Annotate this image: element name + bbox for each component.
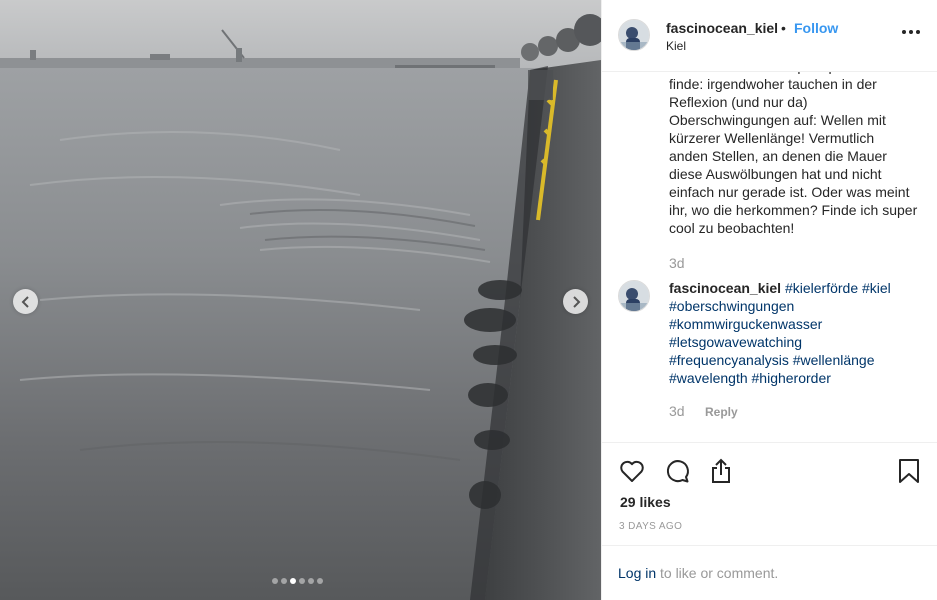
carousel-dot [317, 578, 323, 584]
comment-icon[interactable] [663, 457, 691, 485]
caption-age[interactable]: 3d [669, 255, 685, 271]
avatar-image [619, 281, 649, 311]
follow-button[interactable]: Follow [794, 20, 838, 36]
post-side-panel: fascinocean_kiel • Follow Kiel wird. Und… [601, 0, 937, 600]
hashtag-link[interactable]: #kommwirguckenwasser [669, 316, 822, 332]
bookmark-icon[interactable] [895, 457, 923, 485]
reply-button[interactable]: Reply [705, 405, 738, 419]
next-slide-button[interactable] [563, 289, 588, 314]
instagram-post: fascinocean_kiel • Follow Kiel wird. Und… [0, 0, 937, 600]
caption-line: cool zu beobachten! [669, 220, 795, 236]
hashtag-link[interactable]: #wavelength [669, 370, 748, 386]
action-bar [602, 442, 937, 502]
header-separator: • [781, 20, 786, 36]
hashtag-link[interactable]: #kiel [862, 280, 891, 296]
hashtag-link[interactable]: #higherorder [752, 370, 831, 386]
previous-slide-button[interactable] [13, 289, 38, 314]
carousel-dot [308, 578, 314, 584]
chevron-right-icon [572, 295, 580, 308]
post-timestamp[interactable]: 3 DAYS AGO [619, 521, 682, 532]
login-prompt-text: to like or comment. [660, 565, 779, 581]
post-media[interactable] [0, 0, 601, 600]
carousel-dot-active [290, 578, 296, 584]
location-link[interactable]: Kiel [666, 39, 686, 53]
avatar[interactable] [618, 19, 650, 51]
comment-age[interactable]: 3d [669, 403, 685, 419]
hashtag-link[interactable]: #letsgowavewatching [669, 334, 802, 350]
caption-text: wird. Und was ich super spannend finde: … [669, 60, 931, 237]
carousel-dot [299, 578, 305, 584]
hashtag-link[interactable]: #kielerförde [785, 280, 858, 296]
hashtag-link[interactable]: #wellenlänge [793, 352, 875, 368]
caption-line: einfach nur gerade ist. Oder was meint [669, 184, 910, 200]
comments-section[interactable]: wird. Und was ich super spannend finde: … [602, 60, 937, 442]
caption-line: ihr, wo die herkommen? Finde ich super [669, 202, 918, 218]
carousel-dot [281, 578, 287, 584]
comment-avatar[interactable] [618, 280, 650, 312]
header-username[interactable]: fascinocean_kiel [666, 20, 778, 36]
hashtag-link[interactable]: #oberschwingungen [669, 298, 794, 314]
avatar-image [619, 20, 649, 50]
caption-line: kürzerer Wellenlänge! Vermutlich [669, 130, 875, 146]
carousel-dot [272, 578, 278, 584]
chevron-left-icon [21, 295, 29, 308]
caption-line: anden Stellen, an denen die Mauer [669, 148, 887, 164]
heart-icon[interactable] [618, 457, 646, 485]
comment-username[interactable]: fascinocean_kiel [669, 280, 781, 296]
post-header: fascinocean_kiel • Follow Kiel [602, 0, 937, 72]
post-photo [0, 0, 601, 600]
hashtag-link[interactable]: #frequencyanalysis [669, 352, 789, 368]
caption-line: diese Auswölbungen hat und nicht [669, 166, 882, 182]
more-options-icon[interactable] [900, 26, 922, 38]
share-icon[interactable] [707, 457, 735, 485]
likes-count[interactable]: 29 likes [620, 494, 671, 510]
carousel-indicator [272, 578, 323, 584]
login-link[interactable]: Log in [618, 565, 656, 581]
login-prompt: Log in to like or comment. [602, 545, 937, 600]
caption-line: Reflexion (und nur da) [669, 94, 808, 110]
caption-line: finde: irgendwoher tauchen in der [669, 76, 877, 92]
comment-text: fascinocean_kiel #kielerförde #kiel #obe… [669, 279, 931, 387]
caption-line: Oberschwingungen auf: Wellen mit [669, 112, 886, 128]
